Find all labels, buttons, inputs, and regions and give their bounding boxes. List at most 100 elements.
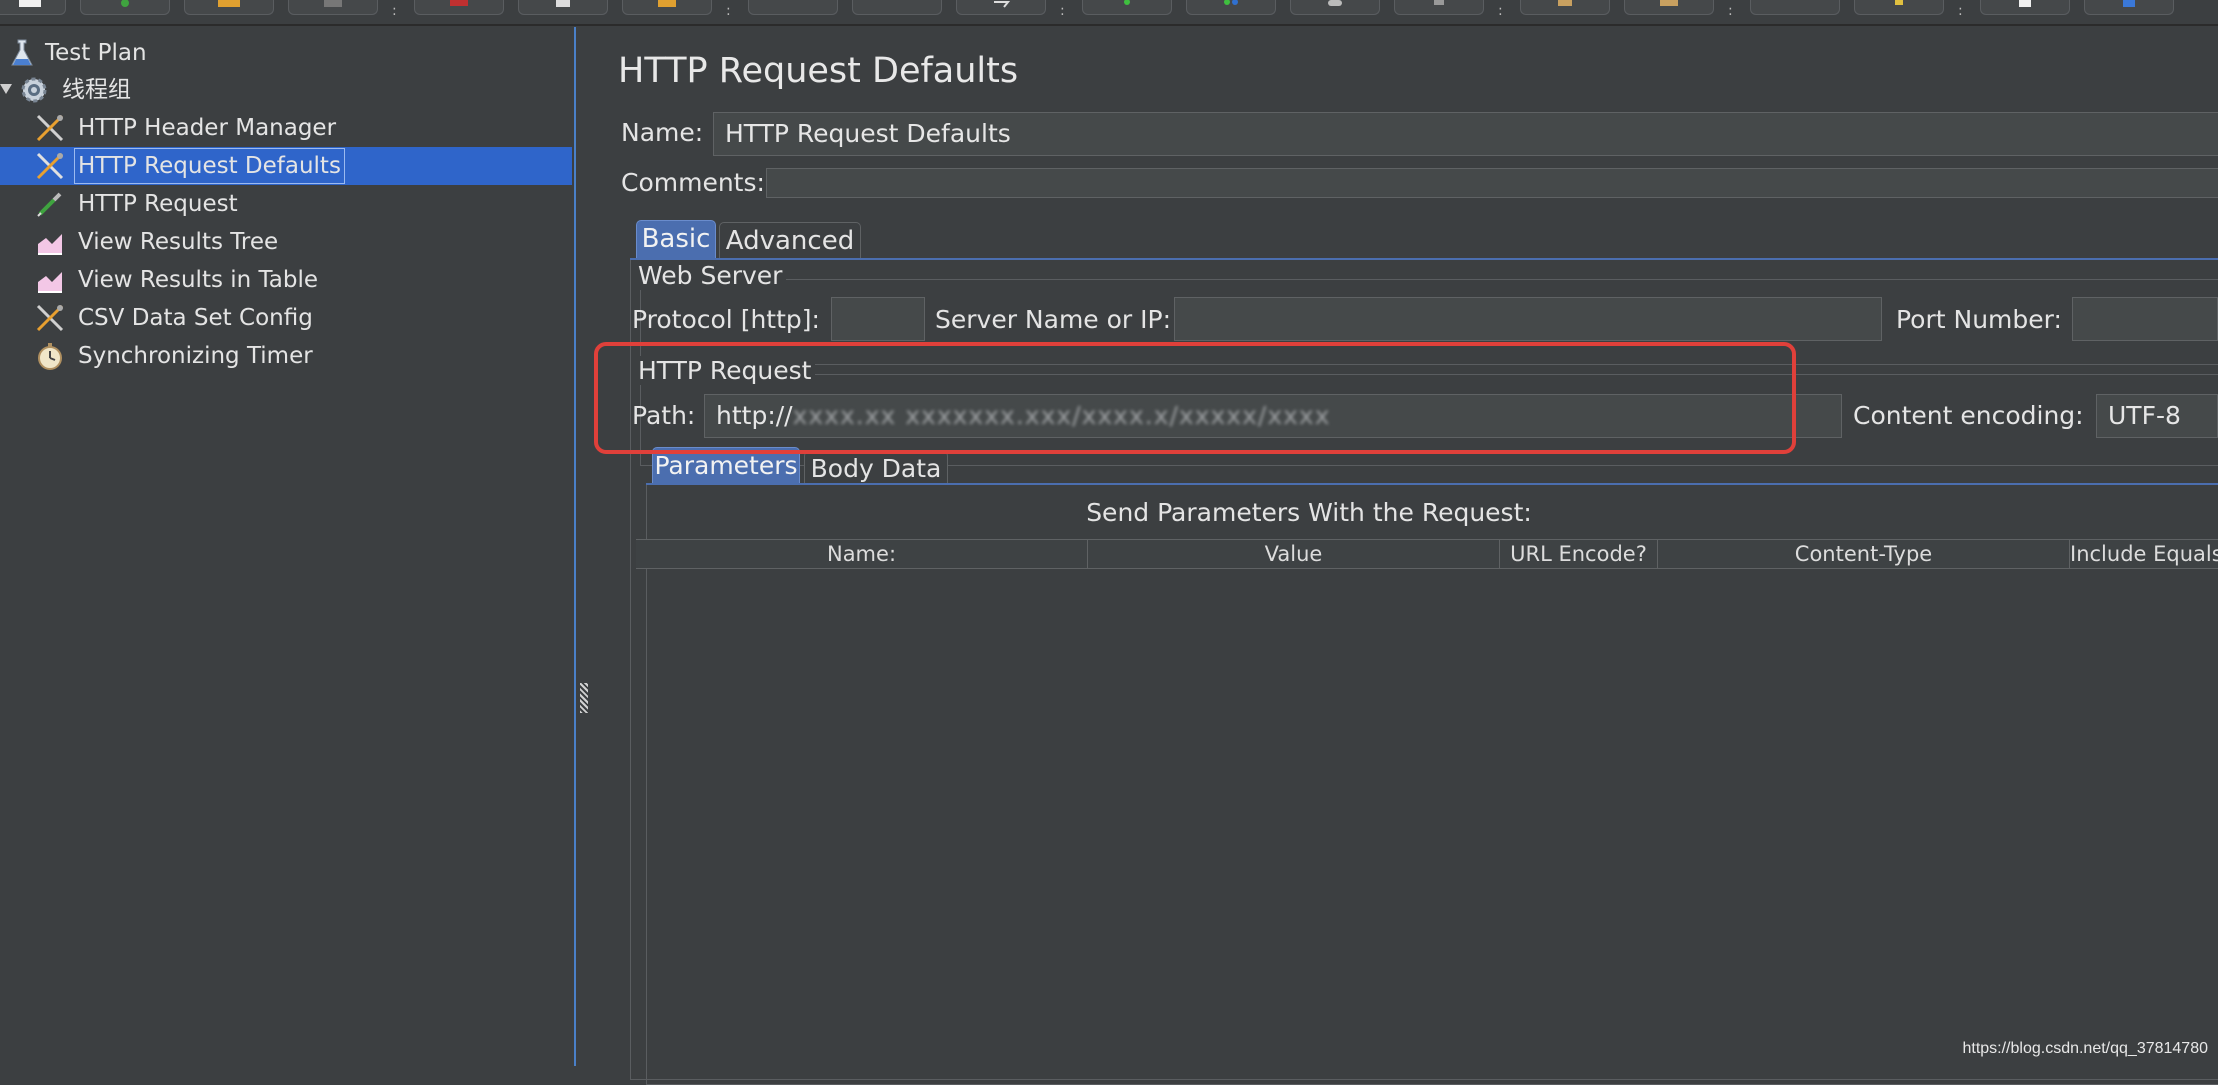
broom-all-icon [1656,0,1682,9]
folder-icon [216,0,242,9]
function-helper-button[interactable] [1980,0,2070,15]
tab-body-data[interactable]: Body Data [804,451,948,485]
gear-icon [18,74,50,106]
tree-item-label: Test Plan [45,34,147,72]
tree-item-http-header-manager[interactable]: HTTP Header Manager [0,109,400,147]
save-button[interactable] [288,0,378,15]
tree-item-http-request[interactable]: HTTP Request [0,185,400,223]
tree-item-csv-data-set-config[interactable]: CSV Data Set Config [0,299,400,337]
column-name[interactable]: Name: [636,540,1088,568]
expand-button[interactable] [748,0,838,15]
copy-button[interactable] [518,0,608,15]
tree-item-http-request-defaults[interactable]: HTTP Request Defaults [0,147,572,185]
copy-icon [550,0,576,9]
toolbar-separator: : [1060,4,1065,18]
templates-icon [112,0,138,9]
clear-button[interactable] [1520,0,1610,15]
comments-label: Comments: [621,168,765,197]
protocol-field[interactable] [831,297,925,341]
tree-item-synchronizing-timer[interactable]: Synchronizing Timer [0,337,400,375]
parameters-table-header: Name: Value URL Encode? Content-Type Inc… [636,539,2218,569]
toolbar-separator: : [726,4,731,18]
content-encoding-field[interactable]: UTF-8 [2096,394,2218,438]
splitter-grip-icon[interactable] [580,683,588,713]
flask-icon [6,37,38,69]
save-icon [320,0,346,9]
parameters-header: Send Parameters With the Request: [646,498,1972,527]
tree-item-label: Synchronizing Timer [78,337,313,375]
toolbar-separator: : [1498,4,1503,18]
test-plan-tree: Test Plan 线程组 HTTP Header Manager HTTP R… [0,27,574,1066]
shutdown-icon [1426,0,1452,9]
tree-item-view-results-tree[interactable]: View Results Tree [0,223,400,261]
tab-basic[interactable]: Basic [636,220,716,258]
tree-item-view-results-in-table[interactable]: View Results in Table [0,261,400,299]
start-icon [1114,0,1140,9]
templates-button[interactable] [80,0,170,15]
help-button[interactable] [2084,0,2174,15]
page-title: HTTP Request Defaults [618,51,1018,91]
stop-button[interactable] [1290,0,1380,15]
start-button[interactable] [1082,0,1172,15]
open-button[interactable] [184,0,274,15]
new-icon [17,0,43,9]
watermark-text: https://blog.csdn.net/qq_37814780 [1962,1040,2208,1058]
reset-search-button[interactable] [1854,0,1944,15]
collapse-button[interactable] [852,0,942,15]
server-name-field[interactable] [1174,297,1882,341]
column-include-equals[interactable]: Include Equals? [2070,540,2218,568]
tree-item-test-plan[interactable]: Test Plan [0,34,300,72]
column-url-encode[interactable]: URL Encode? [1500,540,1658,568]
tree-item-label: HTTP Header Manager [78,109,336,147]
toolbar-separator: : [1728,4,1733,18]
name-field[interactable]: HTTP Request Defaults [713,112,2218,156]
tree-item-label: HTTP Request [78,185,238,223]
broom-icon [1552,0,1578,9]
tree-item-label: CSV Data Set Config [78,299,313,337]
wrench-screwdriver-icon [34,302,66,334]
tab-advanced[interactable]: Advanced [719,222,861,258]
reset-search-icon [1886,0,1912,9]
function-helper-icon [2012,0,2038,9]
paste-button[interactable] [622,0,712,15]
name-label: Name: [621,118,703,147]
toggle-button[interactable] [956,0,1046,15]
element-editor: HTTP Request Defaults Name: HTTP Request… [596,27,2218,1066]
toolbar: : : : : : : [0,0,2218,26]
wrench-screwdriver-icon [34,150,66,182]
clear-all-button[interactable] [1624,0,1714,15]
tree-item-label: View Results in Table [78,261,318,299]
pipette-icon [34,188,66,220]
parameters-table-body[interactable] [654,569,2218,1069]
protocol-label: Protocol [http]: [632,305,820,334]
column-value[interactable]: Value [1088,540,1500,568]
new-button[interactable] [0,0,66,15]
search-button[interactable] [1750,0,1840,15]
help-icon [2116,0,2142,9]
toolbar-separator: : [1958,4,1963,18]
stop-icon [1322,0,1348,9]
comments-field[interactable] [766,168,2218,198]
stopwatch-icon [34,340,66,372]
cut-icon [446,0,472,9]
toggle-icon [988,0,1014,9]
start-no-pause-icon [1218,0,1244,9]
port-number-field[interactable] [2072,297,2218,341]
shutdown-button[interactable] [1394,0,1484,15]
wrench-screwdriver-icon [34,112,66,144]
panel-splitter[interactable] [574,27,597,1066]
tree-item-thread-group[interactable]: 线程组 [0,71,300,109]
start-no-pause-button[interactable] [1186,0,1276,15]
content-encoding-label: Content encoding: [1853,401,2084,430]
web-server-title: Web Server [634,261,786,290]
graph-icon [34,264,66,296]
paste-icon [654,0,680,9]
toolbar-separator: : [392,4,397,18]
graph-icon [34,226,66,258]
port-number-label: Port Number: [1896,305,2062,334]
annotation-highlight-box [594,342,1796,454]
cut-button[interactable] [414,0,504,15]
server-name-label: Server Name or IP: [935,305,1171,334]
column-content-type[interactable]: Content-Type [1658,540,2070,568]
tree-item-label: 线程组 [62,71,131,109]
